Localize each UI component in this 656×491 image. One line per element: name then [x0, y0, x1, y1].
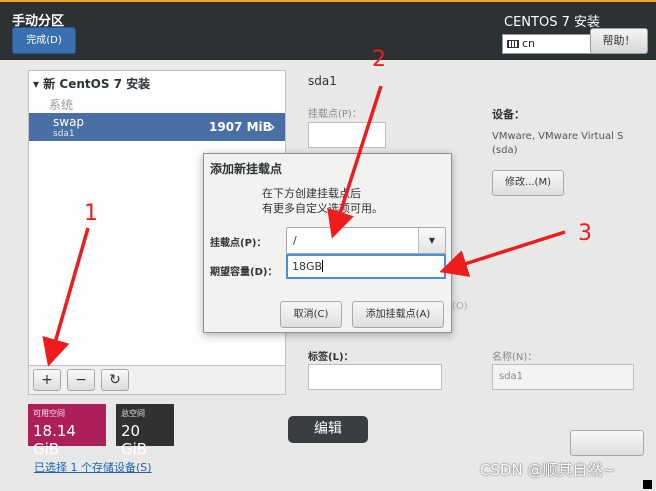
dialog-description: 在下方创建挂载点后 有更多自定义选项可用。	[262, 186, 383, 216]
dialog-description-line-1: 在下方创建挂载点后	[262, 187, 361, 200]
installation-group-header[interactable]: ▾ 新 CentOS 7 安装	[33, 75, 150, 92]
mount-point-name: swap	[53, 115, 85, 129]
name-field-value: sda1	[499, 371, 524, 382]
text-cursor	[322, 260, 324, 272]
mount-point-field[interactable]	[308, 122, 386, 148]
device-label: 设备：	[492, 108, 525, 121]
refresh-button[interactable]: ↻	[101, 369, 129, 391]
edit-tooltip: 编辑	[288, 416, 368, 443]
dialog-description-line-2: 有更多自定义选项可用。	[262, 202, 383, 215]
modify-button[interactable]: 修改...(M)	[492, 170, 564, 196]
watermark-text: CSDN @顺其自然~	[480, 461, 616, 479]
available-space-label: 可用空间	[33, 409, 65, 418]
total-space-label: 总空间	[121, 409, 145, 418]
chevron-right-icon: ›	[269, 117, 276, 136]
add-mount-point-dialog: 添加新挂载点 在下方创建挂载点后 有更多自定义选项可用。 挂载点(P)： / ▼…	[203, 153, 452, 333]
installation-group-title: 新 CentOS 7 安装	[43, 77, 151, 91]
dialog-title: 添加新挂载点	[210, 162, 283, 176]
product-title: CENTOS 7 安装	[504, 15, 600, 30]
mount-point-device: sda1	[53, 129, 75, 139]
total-space-box: 总空间 20 GiB	[116, 404, 174, 458]
keyboard-icon	[507, 40, 519, 48]
remove-mount-point-button[interactable]: −	[67, 369, 95, 391]
mount-point-toolbar: + − ↻	[28, 365, 286, 395]
mount-point-row-swap[interactable]: swap sda1 1907 MiB ›	[29, 113, 285, 141]
desired-capacity-input[interactable]: 18GB	[286, 254, 446, 279]
selected-devices-link[interactable]: 已选择 1 个存储设备(S)	[34, 459, 152, 475]
device-value: VMware, VMware Virtual S (sda)	[492, 131, 624, 156]
reset-all-button[interactable]	[570, 430, 644, 456]
expander-down-icon: ▾	[33, 77, 40, 91]
dialog-mount-point-label: 挂载点(P)：	[210, 238, 267, 249]
add-mount-point-button[interactable]: +	[33, 369, 61, 391]
available-space-box: 可用空间 18.14 GiB	[28, 404, 106, 458]
partial-field-label: (O)	[452, 301, 468, 312]
details-title: sda1	[308, 74, 337, 88]
system-section-label: 系统	[49, 98, 74, 112]
desired-capacity-value: 18GB	[292, 260, 323, 273]
available-space-value: 18.14 GiB	[33, 422, 76, 458]
help-button[interactable]: 帮助！	[590, 28, 648, 54]
dialog-capacity-label: 期望容量(D)：	[210, 267, 278, 278]
corner-marker	[643, 480, 652, 489]
done-button[interactable]: 完成(D)	[12, 27, 76, 54]
keyboard-layout-indicator[interactable]: cn	[502, 34, 594, 54]
mount-point-value: /	[293, 234, 297, 247]
tag-label: 标签(L)：	[308, 352, 354, 363]
total-space-value: 20 GiB	[121, 422, 148, 458]
name-field[interactable]: sda1	[492, 364, 634, 390]
mount-point-field-label: 挂载点(P)：	[308, 109, 362, 120]
header-bar: 手动分区 完成(D) CENTOS 7 安装 cn 帮助！	[0, 0, 656, 60]
name-label: 名称(N)：	[492, 352, 538, 363]
mount-point-size: 1907 MiB	[209, 120, 272, 134]
cancel-button[interactable]: 取消(C)	[280, 301, 342, 328]
mount-point-combobox[interactable]: / ▼	[286, 227, 446, 254]
installer-window: 手动分区 完成(D) CENTOS 7 安装 cn 帮助！ ▾ 新 CentOS…	[0, 0, 656, 491]
dropdown-arrow-icon[interactable]: ▼	[418, 228, 445, 253]
add-mount-point-confirm-button[interactable]: 添加挂载点(A)	[352, 301, 444, 328]
keyboard-layout-label: cn	[522, 37, 536, 50]
tag-field[interactable]	[308, 364, 442, 390]
